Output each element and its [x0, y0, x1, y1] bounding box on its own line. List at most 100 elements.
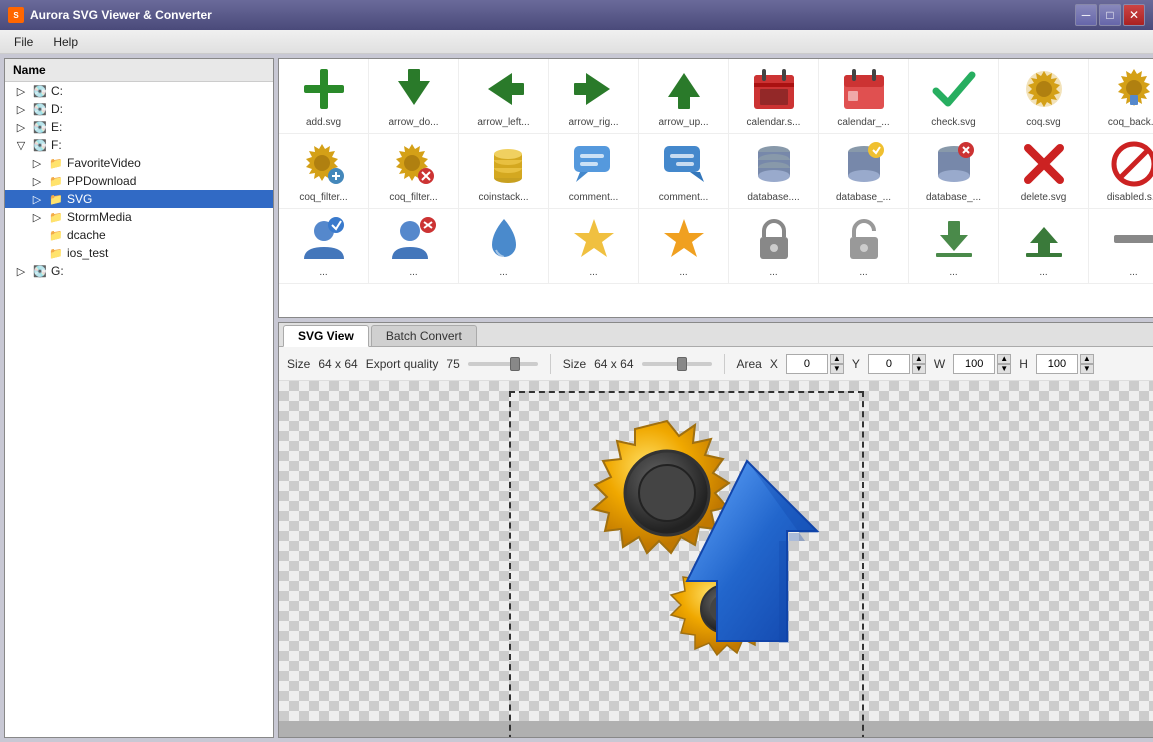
arrow-down-icon	[388, 63, 440, 115]
h-spin-down[interactable]: ▼	[1080, 364, 1094, 374]
bar-icon	[1108, 213, 1153, 265]
icon-label: database_...	[926, 192, 981, 204]
calendar1-icon	[748, 63, 800, 115]
tree-item-stormmedia[interactable]: ▷ 📁 StormMedia	[5, 208, 273, 226]
icon-cell-r3-3[interactable]: ...	[459, 209, 549, 283]
y-spin-up[interactable]: ▲	[912, 354, 926, 364]
icon-cell-r3-7[interactable]: ...	[819, 209, 909, 283]
icon-label: calendar.s...	[747, 117, 801, 129]
minimize-button[interactable]: ─	[1075, 4, 1097, 26]
icon-cell-database1[interactable]: database....	[729, 134, 819, 208]
expand-icon: ▷	[13, 102, 29, 116]
h-spinbox-group: ▲ ▼	[1036, 354, 1094, 374]
icon-cell-arrow-down[interactable]: arrow_do...	[369, 59, 459, 133]
icon-cell-r3-8[interactable]: ...	[909, 209, 999, 283]
tree-item-favoritevideo[interactable]: ▷ 📁 FavoriteVideo	[5, 154, 273, 172]
w-spin-up[interactable]: ▲	[997, 354, 1011, 364]
quality-slider-thumb	[510, 357, 520, 371]
icon-label: ...	[1129, 267, 1137, 279]
tree-item-dcache[interactable]: 📁 dcache	[5, 226, 273, 244]
menu-help[interactable]: Help	[43, 33, 88, 51]
icon-cell-coq-filter2[interactable]: coq_filter...	[369, 134, 459, 208]
tree-item-ios-test[interactable]: 📁 ios_test	[5, 244, 273, 262]
database2-icon	[838, 138, 890, 190]
add-icon	[298, 63, 350, 115]
w-spin-arrows: ▲ ▼	[997, 354, 1011, 374]
x-spinbox-group: ▲ ▼	[786, 354, 844, 374]
database3-icon	[928, 138, 980, 190]
folder-icon: 📁	[48, 246, 64, 260]
y-spin-down[interactable]: ▼	[912, 364, 926, 374]
tree-item-c[interactable]: ▷ 💽 C:	[5, 82, 273, 100]
icon-cell-add[interactable]: add.svg	[279, 59, 369, 133]
maximize-button[interactable]: □	[1099, 4, 1121, 26]
tree-item-ppdownload[interactable]: ▷ 📁 PPDownload	[5, 172, 273, 190]
x-spin-up[interactable]: ▲	[830, 354, 844, 364]
drive-icon: 💽	[32, 84, 48, 98]
tab-batch-convert[interactable]: Batch Convert	[371, 325, 477, 346]
icon-label: comment...	[659, 192, 708, 204]
tree-item-f[interactable]: ▽ 💽 F:	[5, 136, 273, 154]
icon-cell-check[interactable]: check.svg	[909, 59, 999, 133]
icon-label: ...	[859, 267, 867, 279]
check-icon	[928, 63, 980, 115]
icon-grid-scroll[interactable]: add.svg arrow_do... arrow_left...	[279, 59, 1153, 317]
icon-cell-database2[interactable]: database_...	[819, 134, 909, 208]
menu-file[interactable]: File	[4, 33, 43, 51]
icon-cell-coinstack[interactable]: coinstack...	[459, 134, 549, 208]
h-spin-arrows: ▲ ▼	[1080, 354, 1094, 374]
icon-cell-r3-10[interactable]: ...	[1089, 209, 1153, 283]
tree-item-svg[interactable]: ▷ 📁 SVG	[5, 190, 273, 208]
quality-slider[interactable]	[468, 362, 538, 366]
icon-label: coq_filter...	[299, 192, 347, 204]
h-spinbox[interactable]	[1036, 354, 1078, 374]
icon-cell-r3-9[interactable]: ...	[999, 209, 1089, 283]
icon-cell-arrow-up[interactable]: arrow_up...	[639, 59, 729, 133]
icon-cell-comment2[interactable]: comment...	[639, 134, 729, 208]
icon-cell-database3[interactable]: database_...	[909, 134, 999, 208]
icon-cell-coq-back1[interactable]: coq_back...	[1089, 59, 1153, 133]
icon-cell-r3-4[interactable]: ...	[549, 209, 639, 283]
w-spin-down[interactable]: ▼	[997, 364, 1011, 374]
size2-value: 64 x 64	[594, 357, 633, 371]
h-label: H	[1019, 357, 1028, 371]
x-label: X	[770, 357, 778, 371]
tree-item-d[interactable]: ▷ 💽 D:	[5, 100, 273, 118]
close-button[interactable]: ✕	[1123, 4, 1145, 26]
canvas-area[interactable]	[279, 381, 1153, 737]
w-spinbox[interactable]	[953, 354, 995, 374]
icon-cell-disabled[interactable]: disabled.s...	[1089, 134, 1153, 208]
x-spinbox[interactable]	[786, 354, 828, 374]
icon-cell-r3-2[interactable]: ...	[369, 209, 459, 283]
tree-label: SVG	[67, 192, 92, 206]
y-spinbox[interactable]	[868, 354, 910, 374]
tab-svg-view[interactable]: SVG View	[283, 325, 369, 347]
icon-cell-arrow-right[interactable]: arrow_rig...	[549, 59, 639, 133]
coq-filter1-icon	[298, 138, 350, 190]
arrow-left-icon	[478, 63, 530, 115]
y-spinbox-group: ▲ ▼	[868, 354, 926, 374]
w-label: W	[934, 357, 945, 371]
disabled-icon	[1108, 138, 1153, 190]
size-slider[interactable]	[642, 362, 712, 366]
icon-cell-r3-1[interactable]: ...	[279, 209, 369, 283]
icon-cell-calendar2[interactable]: calendar_...	[819, 59, 909, 133]
coq-icon	[1018, 63, 1070, 115]
tree-label: FavoriteVideo	[67, 156, 141, 170]
drop-icon	[478, 213, 530, 265]
icon-cell-r3-6[interactable]: ...	[729, 209, 819, 283]
icon-cell-comment1[interactable]: comment...	[549, 134, 639, 208]
h-spin-up[interactable]: ▲	[1080, 354, 1094, 364]
icon-cell-calendar1[interactable]: calendar.s...	[729, 59, 819, 133]
icon-cell-arrow-left[interactable]: arrow_left...	[459, 59, 549, 133]
file-tree: Name ▷ 💽 C: ▷ 💽 D: ▷ 💽 E: ▽ 💽 F: ▷	[4, 58, 274, 738]
icon-cell-r3-5[interactable]: ...	[639, 209, 729, 283]
icon-cell-coq[interactable]: coq.svg	[999, 59, 1089, 133]
icon-cell-coq-filter1[interactable]: coq_filter...	[279, 134, 369, 208]
icon-cell-delete[interactable]: delete.svg	[999, 134, 1089, 208]
icon-row-2: coq_filter... coq_filter...	[279, 134, 1153, 209]
tree-item-e[interactable]: ▷ 💽 E:	[5, 118, 273, 136]
icon-label: ...	[589, 267, 597, 279]
tree-item-g[interactable]: ▷ 💽 G:	[5, 262, 273, 280]
x-spin-down[interactable]: ▼	[830, 364, 844, 374]
